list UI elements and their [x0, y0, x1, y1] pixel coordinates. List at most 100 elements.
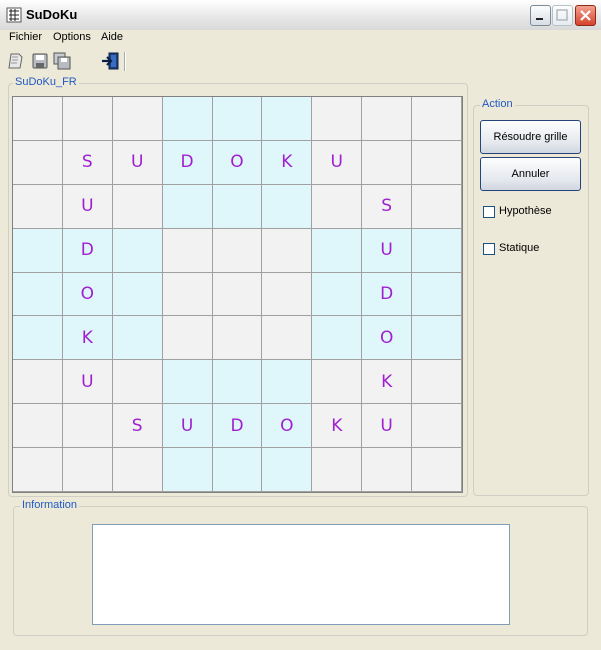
sudoku-cell[interactable]	[13, 97, 63, 141]
sudoku-cell[interactable]	[312, 97, 363, 141]
sudoku-cell[interactable]	[212, 184, 263, 229]
sudoku-cell[interactable]: K	[262, 140, 313, 185]
sudoku-cell[interactable]	[13, 272, 63, 317]
sudoku-cell[interactable]: S	[112, 404, 163, 449]
maximize-icon	[556, 9, 568, 21]
sudoku-cell[interactable]	[162, 316, 213, 361]
sudoku-cell[interactable]	[412, 360, 462, 405]
sudoku-cell[interactable]: U	[312, 140, 363, 185]
sudoku-cell[interactable]	[13, 360, 63, 405]
new-doc-icon[interactable]	[7, 52, 25, 70]
title-bar[interactable]: SuDoKu	[0, 0, 601, 31]
maximize-button[interactable]	[552, 5, 573, 26]
sudoku-cell[interactable]	[162, 448, 213, 492]
sudoku-cell[interactable]: D	[362, 272, 413, 317]
sudoku-cell[interactable]	[312, 360, 363, 405]
sudoku-cell[interactable]	[162, 228, 213, 273]
sudoku-cell[interactable]	[312, 184, 363, 229]
sudoku-cell[interactable]	[112, 228, 163, 273]
sudoku-cell[interactable]	[112, 316, 163, 361]
sudoku-cell[interactable]	[412, 228, 462, 273]
sudoku-cell[interactable]	[412, 404, 462, 449]
sudoku-cell[interactable]	[13, 316, 63, 361]
save-all-icon[interactable]	[53, 52, 71, 70]
sudoku-cell[interactable]: D	[62, 228, 113, 273]
sudoku-cell[interactable]	[112, 97, 163, 141]
sudoku-cell[interactable]	[312, 228, 363, 273]
solve-grid-button[interactable]: Résoudre grille	[480, 120, 581, 154]
sudoku-cell[interactable]	[212, 228, 263, 273]
sudoku-cell[interactable]	[362, 140, 413, 185]
sudoku-cell[interactable]	[412, 272, 462, 317]
sudoku-cell[interactable]	[162, 360, 213, 405]
sudoku-cell[interactable]	[412, 184, 462, 229]
sudoku-cell[interactable]	[212, 360, 263, 405]
sudoku-cell[interactable]: S	[362, 184, 413, 229]
sudoku-cell[interactable]	[13, 228, 63, 273]
sudoku-cell[interactable]	[212, 316, 263, 361]
hypothese-checkbox[interactable]	[483, 206, 495, 218]
menu-options[interactable]: Options	[53, 31, 91, 43]
statique-checkbox[interactable]	[483, 243, 495, 255]
minimize-button[interactable]	[530, 5, 551, 26]
statique-label[interactable]: Statique	[499, 242, 539, 254]
sudoku-cell[interactable]	[262, 228, 313, 273]
sudoku-cell[interactable]	[112, 360, 163, 405]
sudoku-cell[interactable]	[162, 184, 213, 229]
sudoku-cell[interactable]	[262, 97, 313, 141]
sudoku-cell[interactable]	[312, 316, 363, 361]
sudoku-cell[interactable]	[112, 184, 163, 229]
sudoku-cell[interactable]: S	[62, 140, 113, 185]
sudoku-cell[interactable]	[13, 184, 63, 229]
sudoku-cell[interactable]	[262, 316, 313, 361]
sudoku-cell[interactable]	[62, 448, 113, 492]
sudoku-cell[interactable]: U	[112, 140, 163, 185]
sudoku-cell[interactable]	[362, 97, 413, 141]
sudoku-cell[interactable]	[13, 140, 63, 185]
exit-icon[interactable]	[101, 52, 119, 70]
sudoku-cell[interactable]: D	[212, 404, 263, 449]
sudoku-cell[interactable]: O	[362, 316, 413, 361]
sudoku-cell[interactable]	[412, 316, 462, 361]
sudoku-cell[interactable]	[62, 97, 113, 141]
sudoku-cell[interactable]: D	[162, 140, 213, 185]
sudoku-cell[interactable]	[262, 360, 313, 405]
sudoku-cell[interactable]	[112, 272, 163, 317]
sudoku-cell[interactable]	[312, 448, 363, 492]
information-textbox[interactable]	[92, 524, 510, 625]
sudoku-cell[interactable]	[212, 448, 263, 492]
close-button[interactable]	[575, 5, 596, 26]
sudoku-cell[interactable]: K	[362, 360, 413, 405]
sudoku-cell[interactable]: U	[362, 228, 413, 273]
menu-fichier[interactable]: Fichier	[9, 31, 42, 43]
sudoku-cell[interactable]	[13, 404, 63, 449]
sudoku-cell[interactable]: K	[312, 404, 363, 449]
sudoku-cell[interactable]	[262, 448, 313, 492]
sudoku-cell[interactable]: O	[62, 272, 113, 317]
sudoku-cell[interactable]	[62, 404, 113, 449]
sudoku-cell[interactable]	[212, 272, 263, 317]
sudoku-cell[interactable]	[162, 272, 213, 317]
cancel-button[interactable]: Annuler	[480, 157, 581, 191]
menu-aide[interactable]: Aide	[101, 31, 123, 43]
sudoku-cell[interactable]	[212, 97, 263, 141]
sudoku-cell[interactable]: O	[262, 404, 313, 449]
sudoku-cell[interactable]	[412, 140, 462, 185]
sudoku-cell[interactable]	[112, 448, 163, 492]
sudoku-cell[interactable]: U	[162, 404, 213, 449]
sudoku-cell[interactable]: U	[362, 404, 413, 449]
sudoku-cell[interactable]: U	[62, 184, 113, 229]
hypothese-label[interactable]: Hypothèse	[499, 205, 552, 217]
save-icon[interactable]	[31, 52, 49, 70]
sudoku-cell[interactable]	[312, 272, 363, 317]
sudoku-cell[interactable]	[262, 272, 313, 317]
sudoku-cell[interactable]: O	[212, 140, 263, 185]
sudoku-cell[interactable]	[162, 97, 213, 141]
sudoku-cell[interactable]: K	[62, 316, 113, 361]
sudoku-cell[interactable]	[412, 97, 462, 141]
sudoku-cell[interactable]	[362, 448, 413, 492]
sudoku-cell[interactable]: U	[62, 360, 113, 405]
sudoku-cell[interactable]	[412, 448, 462, 492]
sudoku-cell[interactable]	[262, 184, 313, 229]
sudoku-cell[interactable]	[13, 448, 63, 492]
